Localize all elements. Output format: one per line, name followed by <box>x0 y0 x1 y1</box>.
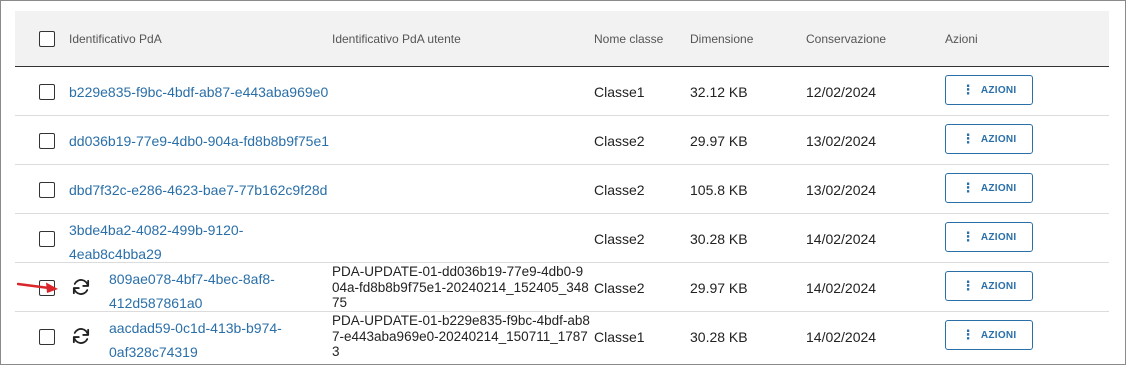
actions-button[interactable]: ⋮ AZIONI <box>945 222 1033 252</box>
size-value: 105.8 KB <box>690 182 748 198</box>
conservation-date: 13/02/2024 <box>806 182 877 198</box>
size-value: 29.97 KB <box>690 280 748 296</box>
actions-button-label: AZIONI <box>980 280 1017 292</box>
class-name: Classe2 <box>594 231 645 247</box>
actions-button[interactable]: ⋮ AZIONI <box>945 173 1033 203</box>
row-checkbox[interactable] <box>39 231 55 247</box>
row-checkbox[interactable] <box>39 84 55 100</box>
pda-id-link[interactable]: 809ae078-4bf7-4bec-8af8-412d587861a0 <box>109 267 289 315</box>
size-value: 30.28 KB <box>690 231 748 247</box>
header-class: Nome classe <box>594 32 664 46</box>
table-row: dd036b19-77e9-4db0-904a-fd8b8b9f75e1 Cla… <box>15 116 1109 165</box>
size-value: 29.97 KB <box>690 133 748 149</box>
actions-button-label: AZIONI <box>980 182 1017 194</box>
class-name: Classe1 <box>594 84 645 100</box>
actions-button[interactable]: ⋮ AZIONI <box>945 320 1033 350</box>
table-row: 809ae078-4bf7-4bec-8af8-412d587861a0 PDA… <box>15 263 1109 312</box>
size-value: 30.28 KB <box>690 329 748 345</box>
table-row: aacdad59-0c1d-413b-b974-0af328c74319 PDA… <box>15 312 1109 360</box>
class-name: Classe2 <box>594 182 645 198</box>
actions-button[interactable]: ⋮ AZIONI <box>945 124 1033 154</box>
class-name: Classe2 <box>594 280 645 296</box>
header-size: Dimensione <box>690 32 754 46</box>
conservation-date: 13/02/2024 <box>806 133 877 149</box>
pda-user-id: PDA-UPDATE-01-b229e835-f9bc-4bdf-ab87-e4… <box>332 313 590 359</box>
table-row: dbd7f32c-e286-4623-bae7-77b162c9f28d Cla… <box>15 165 1109 214</box>
pda-id-link[interactable]: dd036b19-77e9-4db0-904a-fd8b8b9f75e1 <box>69 116 329 164</box>
conservation-date: 14/02/2024 <box>806 231 877 247</box>
pda-id-link[interactable]: 3bde4ba2-4082-499b-9120-4eab8c4bba29 <box>69 218 254 266</box>
row-checkbox[interactable] <box>39 182 55 198</box>
header-id: Identificativo PdA <box>69 32 162 46</box>
more-vertical-icon: ⋮ <box>961 278 975 293</box>
header-user-id: Identificativo PdA utente <box>332 32 461 46</box>
row-checkbox[interactable] <box>39 329 55 345</box>
class-name: Classe2 <box>594 133 645 149</box>
select-all-checkbox[interactable] <box>39 31 55 47</box>
more-vertical-icon: ⋮ <box>961 82 975 97</box>
table-row: b229e835-f9bc-4bdf-ab87-e443aba969e0 Cla… <box>15 67 1109 116</box>
actions-button-label: AZIONI <box>980 133 1017 145</box>
actions-button[interactable]: ⋮ AZIONI <box>945 271 1033 301</box>
pda-table: Identificativo PdA Identificativo PdA ut… <box>15 11 1109 364</box>
more-vertical-icon: ⋮ <box>961 229 975 244</box>
pda-user-id: PDA-UPDATE-01-dd036b19-77e9-4db0-904a-fd… <box>332 264 589 310</box>
more-vertical-icon: ⋮ <box>961 131 975 146</box>
pda-id-link[interactable]: dbd7f32c-e286-4623-bae7-77b162c9f28d <box>69 165 327 213</box>
table-row: 3bde4ba2-4082-499b-9120-4eab8c4bba29 Cla… <box>15 214 1109 263</box>
actions-button-label: AZIONI <box>980 84 1017 96</box>
header-conservation: Conservazione <box>806 32 887 46</box>
table-header: Identificativo PdA Identificativo PdA ut… <box>15 11 1109 68</box>
header-actions: Azioni <box>945 32 978 46</box>
actions-button-label: AZIONI <box>980 231 1017 243</box>
conservation-date: 12/02/2024 <box>806 84 877 100</box>
pda-id-link[interactable]: b229e835-f9bc-4bdf-ab87-e443aba969e0 <box>69 67 328 115</box>
size-value: 32.12 KB <box>690 84 748 100</box>
pda-id-link[interactable]: aacdad59-0c1d-413b-b974-0af328c74319 <box>109 316 289 364</box>
red-arrow-icon <box>17 282 58 293</box>
row-checkbox[interactable] <box>39 133 55 149</box>
sync-icon[interactable] <box>70 325 92 347</box>
more-vertical-icon: ⋮ <box>961 180 975 195</box>
conservation-date: 14/02/2024 <box>806 280 877 296</box>
actions-button-label: AZIONI <box>980 329 1017 341</box>
class-name: Classe1 <box>594 329 645 345</box>
sync-icon[interactable] <box>70 276 92 298</box>
conservation-date: 14/02/2024 <box>806 329 877 345</box>
table-frame: Identificativo PdA Identificativo PdA ut… <box>0 0 1126 365</box>
more-vertical-icon: ⋮ <box>961 327 975 342</box>
actions-button[interactable]: ⋮ AZIONI <box>945 75 1033 105</box>
